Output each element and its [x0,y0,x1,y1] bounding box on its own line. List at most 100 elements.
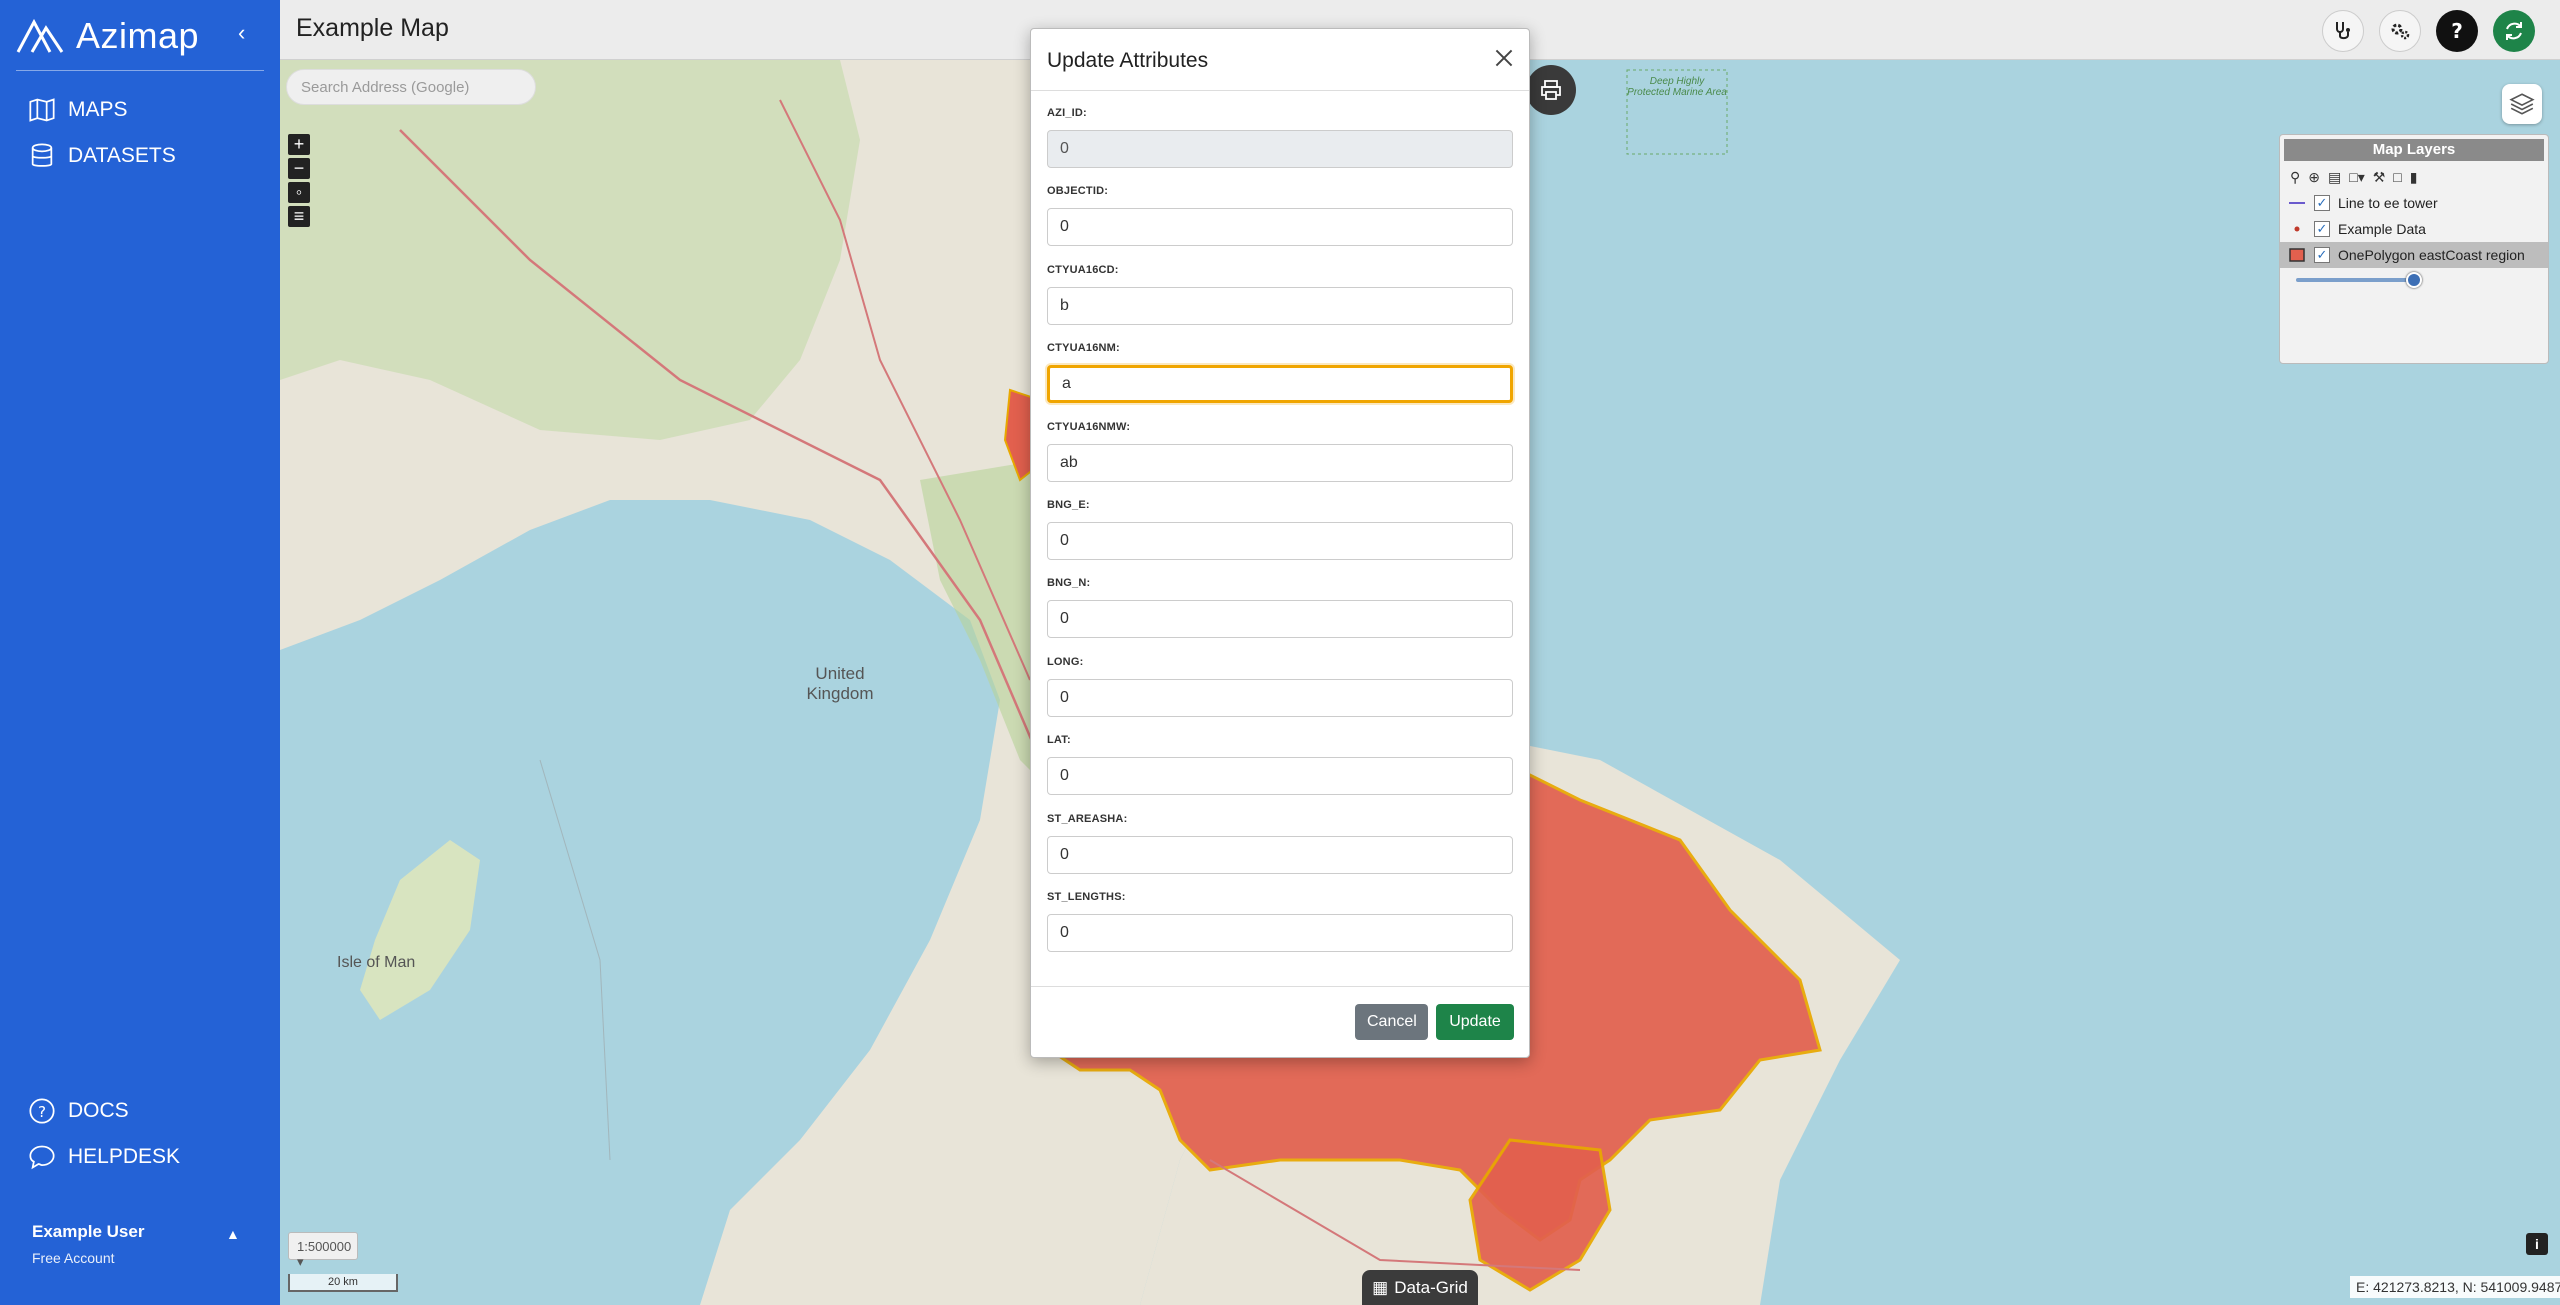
user-menu[interactable]: Example User Free Account [32,1222,144,1266]
folder-icon[interactable]: □▾ [2349,169,2364,186]
map-label-island: Isle of Man [337,954,416,971]
settings-icon [2391,23,2410,40]
user-name: Example User [32,1222,145,1241]
layers-panel-title: Map Layers [2284,139,2544,161]
bng-e-input[interactable] [1047,521,1513,560]
layer-toolbar: ⚲ ⊕ ▤ □▾ ⚒ □ ▮ [2280,165,2548,190]
nav-item-datasets[interactable]: DATASETS [28,142,176,170]
layers-icon [2509,93,2535,115]
print-icon [1541,80,1561,100]
search-icon[interactable]: ⚲ [2290,169,2300,186]
map-controls: + − ◦ ≡ [288,134,310,227]
layer-name: Line to ee tower [2338,195,2438,211]
line-symbol-icon [2288,201,2306,205]
field-long: LONG: [1047,640,1513,718]
layer-visibility-checkbox[interactable]: ✓ [2314,195,2330,211]
svg-text:?: ? [38,1103,46,1121]
info-icon[interactable]: i [2526,1233,2548,1255]
address-search-input[interactable]: Search Address (Google) [286,69,536,105]
add-layer-icon[interactable]: ⊕ [2308,169,2320,186]
dialog-title: Update Attributes [1047,49,1209,72]
objectid-input[interactable] [1047,208,1513,247]
field-label: OBJECTID: [1047,185,1109,198]
field-label: BNG_N: [1047,577,1091,590]
bng-n-input[interactable] [1047,600,1513,639]
azimap-logo-icon [16,18,64,53]
ctyua16cd-input[interactable] [1047,286,1513,325]
wrench-icon[interactable]: ⚒ [2373,169,2386,186]
st-lengths-input[interactable] [1047,913,1513,952]
svg-text:?: ? [2451,19,2463,43]
print-button[interactable] [1526,65,1576,115]
field-label: CTYUA16NMW: [1047,420,1131,433]
scale-value: 1:500000 [297,1239,352,1254]
brand-logo[interactable]: Azimap [16,14,199,58]
stethoscope-icon [2336,22,2350,40]
layer-name: OnePolygon eastCoast region [2338,247,2525,263]
field-label: AZI_ID: [1047,107,1087,119]
globe-icon[interactable]: ◦ [288,182,310,203]
nav-label-docs: DOCS [68,1099,129,1122]
long-input[interactable] [1047,678,1513,717]
help-circle-icon: ? [29,1098,55,1124]
point-symbol-icon [2288,226,2306,232]
nav-item-maps[interactable]: MAPS [28,96,128,124]
layer-row[interactable]: ✓ Line to ee tower [2280,190,2548,216]
chevron-up-icon[interactable]: ▲ [226,1226,240,1242]
layer-visibility-checkbox[interactable]: ✓ [2314,247,2330,263]
refresh-button[interactable] [2493,10,2535,52]
close-icon[interactable] [1491,45,1517,71]
nav-item-docs[interactable]: ? DOCS [28,1097,129,1125]
field-bng-e: BNG_E: [1047,483,1513,561]
ctyua16nm-input[interactable] [1047,365,1513,404]
comment-icon[interactable]: □ [2393,169,2401,186]
field-label: CTYUA16CD: [1047,263,1119,276]
dialog-form: AZI_ID: OBJECTID: CTYUA16CD: CTYUA16NM: … [1047,91,1513,953]
chat-icon [29,1145,55,1170]
scale-bar: 20 km [288,1274,398,1292]
scale-selector[interactable]: 1:500000 ▾ [288,1232,358,1269]
map-layers-panel: Map Layers ⚲ ⊕ ▤ □▾ ⚒ □ ▮ ✓ Line to ee t… [2279,134,2549,364]
layer-row[interactable]: ✓ Example Data [2280,216,2548,242]
update-button[interactable]: Update [1436,1004,1514,1040]
slider-handle[interactable] [2406,272,2422,288]
field-st-lengths: ST_LENGTHS: [1047,875,1513,953]
coordinate-readout: E: 421273.8213, N: 541009.9487 [2350,1276,2560,1298]
divider [16,70,264,71]
layers-toggle-button[interactable] [2502,84,2542,124]
zoom-out-button[interactable]: − [288,158,310,179]
help-button[interactable]: ? [2436,10,2478,52]
field-label: CTYUA16NM: [1047,342,1120,355]
sidebar: Azimap ‹ MAPS DATASETS ? DOCS HELPDESK E… [0,0,280,1305]
trash-icon[interactable]: ▮ [2410,169,2418,186]
dialog-header: Update Attributes [1031,29,1529,91]
list-icon[interactable]: ≡ [288,206,310,227]
field-label: LAT: [1047,734,1071,747]
nav-label-helpdesk: HELPDESK [68,1145,181,1168]
collapse-sidebar-icon[interactable]: ‹ [238,20,245,46]
field-lat: LAT: [1047,718,1513,796]
grid-icon: ▦ [1372,1277,1389,1297]
nav-label-datasets: DATASETS [68,144,176,167]
database-icon[interactable]: ▤ [2328,169,2341,186]
lat-input[interactable] [1047,757,1513,796]
field-bng-n: BNG_N: [1047,561,1513,639]
map-label-country: United Kingdom [806,664,874,703]
st-areasha-input[interactable] [1047,835,1513,874]
cancel-button[interactable]: Cancel [1355,1004,1428,1040]
help-icon: ? [2451,19,2463,43]
nav-item-helpdesk[interactable]: HELPDESK [28,1143,180,1171]
field-label: ST_AREASHA: [1047,812,1128,825]
layer-row[interactable]: ✓ OnePolygon eastCoast region [2280,242,2548,268]
layer-visibility-checkbox[interactable]: ✓ [2314,221,2330,237]
nav-label-maps: MAPS [68,98,128,121]
settings-button[interactable] [2379,10,2421,52]
field-label: LONG: [1047,655,1084,668]
ctyua16nmw-input[interactable] [1047,443,1513,482]
field-ctyua16nm: CTYUA16NM: [1047,326,1513,404]
layer-opacity-slider[interactable] [2296,272,2422,288]
zoom-in-button[interactable]: + [288,134,310,155]
stethoscope-button[interactable] [2322,10,2364,52]
data-grid-button[interactable]: ▦ Data-Grid [1362,1270,1478,1305]
field-label: BNG_E: [1047,498,1090,511]
